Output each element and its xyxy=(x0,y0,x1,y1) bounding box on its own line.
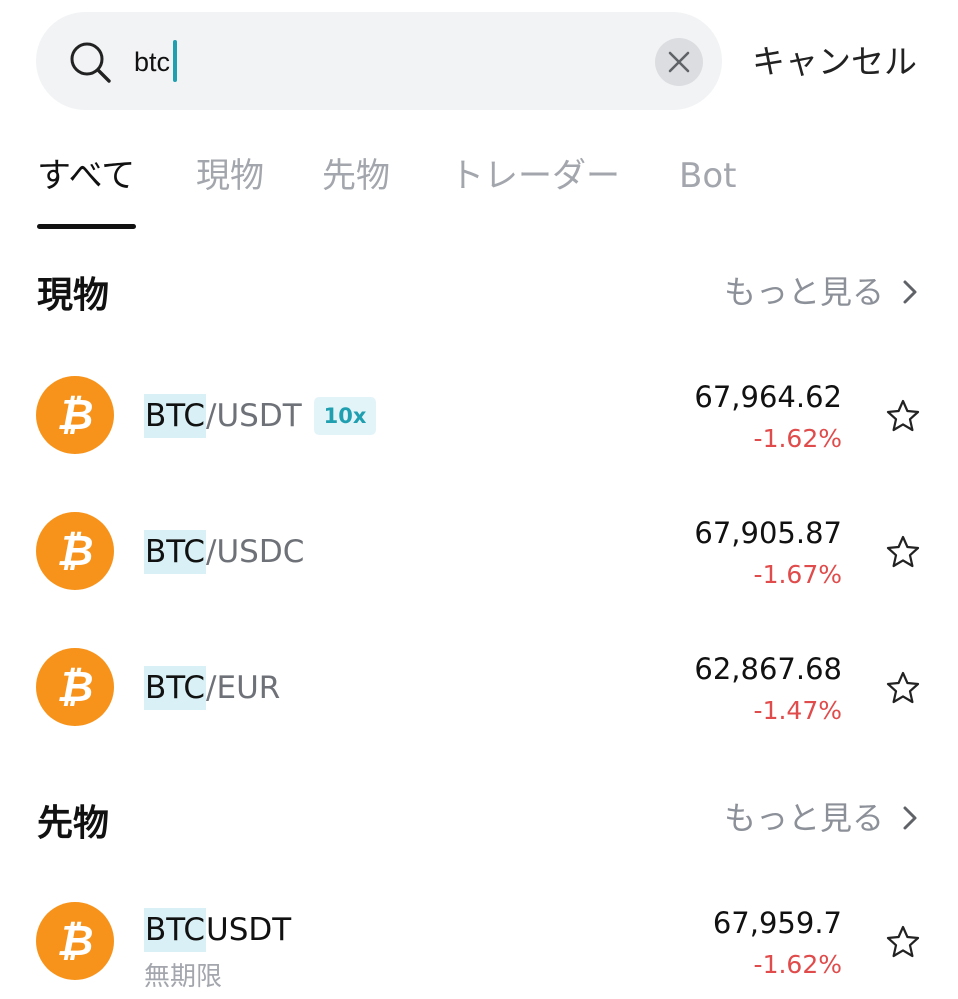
price-change: -1.47% xyxy=(753,696,842,725)
search-input[interactable] xyxy=(134,38,264,86)
cancel-button[interactable]: キャンセル xyxy=(752,38,917,86)
clear-icon xyxy=(668,51,690,73)
pair-name: BTC/USDT 10x xyxy=(144,394,377,438)
pair-base: BTC xyxy=(144,530,207,574)
chevron-right-icon xyxy=(903,280,917,304)
list-item[interactable]: ₿ BTC/USDC 67,905.87 -1.67% xyxy=(0,496,958,606)
section-title-futures: 先物 xyxy=(37,803,110,844)
tab-spot[interactable]: 現物 xyxy=(196,150,264,202)
chevron-right-icon xyxy=(903,806,917,830)
list-item[interactable]: ₿ BTC USDT 無期限 67,959.7 -1.62% xyxy=(0,886,958,996)
text-caret xyxy=(173,40,177,82)
pair-base: BTC xyxy=(144,394,207,438)
price-change: -1.62% xyxy=(753,950,842,979)
price: 67,959.7 xyxy=(712,906,842,940)
bitcoin-icon: ₿ xyxy=(36,902,114,980)
futures-more-link[interactable]: もっと見る xyxy=(724,792,918,844)
price-change: -1.62% xyxy=(753,424,842,453)
price: 62,867.68 xyxy=(694,652,842,686)
bitcoin-icon: ₿ xyxy=(36,648,114,726)
contract-type: 無期限 xyxy=(144,962,223,992)
price: 67,905.87 xyxy=(694,516,842,550)
star-outline-icon[interactable] xyxy=(884,669,922,707)
tab-bot[interactable]: Bot xyxy=(679,150,736,202)
section-title-spot: 現物 xyxy=(37,275,110,316)
active-tab-indicator xyxy=(37,224,136,229)
tab-traders[interactable]: トレーダー xyxy=(450,150,620,202)
price: 67,964.62 xyxy=(694,380,842,414)
pair-name: BTC USDT xyxy=(144,908,291,952)
bitcoin-icon: ₿ xyxy=(36,512,114,590)
list-item[interactable]: ₿ BTC/USDT 10x 67,964.62 -1.62% xyxy=(0,360,958,470)
pair-base: BTC xyxy=(144,908,207,952)
more-link-label: もっと見る xyxy=(723,273,884,311)
pair-name: BTC/EUR xyxy=(144,666,280,710)
price-change: -1.67% xyxy=(753,560,842,589)
star-outline-icon[interactable] xyxy=(884,533,922,571)
leverage-badge: 10x xyxy=(313,397,377,435)
star-outline-icon[interactable] xyxy=(884,923,922,961)
spot-more-link[interactable]: もっと見る xyxy=(724,266,918,318)
pair-name: BTC/USDC xyxy=(144,530,304,574)
search-icon xyxy=(70,42,111,83)
bitcoin-icon: ₿ xyxy=(36,376,114,454)
pair-quote: /USDC xyxy=(206,534,305,570)
clear-search-button[interactable] xyxy=(655,38,703,86)
more-link-label: もっと見る xyxy=(723,799,884,837)
tab-futures[interactable]: 先物 xyxy=(322,150,390,202)
list-item[interactable]: ₿ BTC/EUR 62,867.68 -1.47% xyxy=(0,632,958,742)
pair-base: BTC xyxy=(144,666,207,710)
tab-all[interactable]: すべて xyxy=(37,150,135,202)
pair-quote: USDT xyxy=(206,912,292,948)
pair-quote: /USDT xyxy=(206,398,302,434)
pair-quote: /EUR xyxy=(206,670,281,706)
star-outline-icon[interactable] xyxy=(884,397,922,435)
